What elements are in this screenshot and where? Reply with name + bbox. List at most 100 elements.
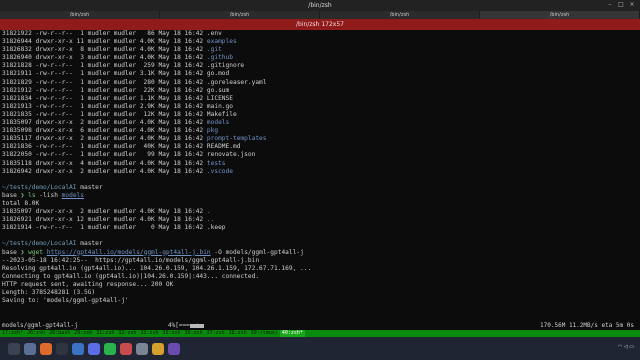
ls-row-name: .vscode xyxy=(206,167,233,175)
browser-icon[interactable] xyxy=(40,343,52,355)
ls-row: 31835118 drwxr-xr-x 4 mudler mudler 4.0K… xyxy=(2,160,638,168)
ls-row: 31821835 -rw-r--r-- 1 mudler mudler 12K … xyxy=(2,111,638,119)
tmux-window-12[interactable]: 40:zsh* xyxy=(279,330,305,337)
terminal-size-label: /bin/zsh 172x57 xyxy=(296,21,344,28)
wget-output-line: HTTP request sent, awaiting response... … xyxy=(2,281,638,289)
files-icon[interactable] xyxy=(24,343,36,355)
ls-row-name: .. xyxy=(206,216,215,224)
ls-row-meta: 31822050 -rw-r--r-- 1 mudler mudler 99 M… xyxy=(2,151,207,159)
ls-row-meta: 31821834 -rw-r--r-- 1 mudler mudler 1.1K… xyxy=(2,94,207,102)
ls-row-name: .github xyxy=(206,54,233,62)
prompt-path-line: ~/tests/demo/LocalAI master xyxy=(2,240,638,248)
ls-row-meta: 31826940 drwxr-xr-x 3 mudler mudler 4.0K… xyxy=(2,54,207,62)
ls-row: 31821913 -rw-r--r-- 1 mudler mudler 2.9K… xyxy=(2,103,638,111)
ls-row-name: renovate.json xyxy=(206,151,256,159)
mail-icon[interactable] xyxy=(120,343,132,355)
prompt-env: base xyxy=(2,191,17,199)
wget-output-line: --2023-05-18 16:42:25-- https://gpt4all.… xyxy=(2,257,638,265)
ls-row: 31835098 drwxr-xr-x 6 mudler mudler 4.0K… xyxy=(2,127,638,135)
ls-row-name: . xyxy=(206,208,211,216)
ls-row-name: LICENSE xyxy=(206,94,233,102)
tab-zsh-2[interactable]: /bin/zsh xyxy=(160,11,320,19)
tmux-window-6[interactable]: 33:zsh xyxy=(138,330,160,337)
prompt-branch: master xyxy=(80,240,103,248)
window-controls: – □ × xyxy=(606,1,636,9)
tmux-window-8[interactable]: 36:zsh xyxy=(183,330,205,337)
ls-row: 31821836 -rw-r--r-- 1 mudler mudler 40K … xyxy=(2,143,638,151)
tmux-window-7[interactable]: 35:zsh xyxy=(160,330,182,337)
ls-row-name: .keep xyxy=(206,224,226,232)
progress-bar xyxy=(190,324,500,328)
volume-icon[interactable]: ◁ xyxy=(624,344,628,350)
ls-row: 31821834 -rw-r--r-- 1 mudler mudler 1.1K… xyxy=(2,95,638,103)
command-args: -lish xyxy=(35,191,62,199)
activities-icon[interactable] xyxy=(8,343,20,355)
store-icon[interactable] xyxy=(152,343,164,355)
ls-row-name: examples xyxy=(206,38,237,46)
tmux-window-11[interactable]: 39:(tmux) xyxy=(249,330,280,337)
terminal-pane[interactable]: 31821922 -rw-r--r-- 1 mudler mudler 86 M… xyxy=(0,30,640,322)
ls-row: 31835097 drwxr-xr-x 2 mudler mudler 4.0K… xyxy=(2,208,638,216)
video-icon[interactable] xyxy=(168,343,180,355)
ls-row-name: .env xyxy=(206,30,222,37)
music-icon[interactable] xyxy=(104,343,116,355)
ls-row-meta: 31835118 drwxr-xr-x 4 mudler mudler 4.0K… xyxy=(2,159,207,167)
tmux-window-5[interactable]: 32:zsh xyxy=(116,330,138,337)
network-icon[interactable]: ◠ xyxy=(618,344,622,350)
tmux-window-4[interactable]: 31:zsh xyxy=(94,330,116,337)
minimize-icon[interactable]: – xyxy=(606,1,614,9)
ls-row: 31826832 drwxr-xr-x 8 mudler mudler 4.0K… xyxy=(2,46,638,54)
wget-output-text: --2023-05-18 16:42:25-- https://gpt4all.… xyxy=(2,256,260,264)
system-tray[interactable]: ◠ ◁ ▭ xyxy=(618,344,634,350)
ls-row-name: .git xyxy=(206,46,222,54)
tab-zsh-4[interactable]: /bin/zsh xyxy=(480,11,640,19)
maximize-icon[interactable]: □ xyxy=(617,1,625,9)
ls-row-meta: 31835097 drwxr-xr-x 2 mudler mudler 4.0K… xyxy=(2,208,207,216)
ls-row: 31826944 drwxr-xr-x 11 mudler mudler 4.0… xyxy=(2,38,638,46)
battery-icon[interactable]: ▭ xyxy=(629,344,634,350)
ls-row-meta: 31821922 -rw-r--r-- 1 mudler mudler 86 M… xyxy=(2,30,207,37)
tmux-window-0[interactable]: 17:zsh* xyxy=(0,330,25,337)
ls-row: 31826921 drwxr-xr-x 12 mudler mudler 4.0… xyxy=(2,216,638,224)
wget-output-text: HTTP request sent, awaiting response... … xyxy=(2,280,174,288)
editor-icon[interactable] xyxy=(72,343,84,355)
tmux-status-bar: 17:zsh* 26:zsh 28:bash 29:zsh 31:zsh 32:zsh 33… xyxy=(0,330,640,337)
command-name: ls xyxy=(28,191,36,199)
tmux-window-9[interactable]: 37:zsh xyxy=(205,330,227,337)
ls-row-meta: 31826921 drwxr-xr-x 12 mudler mudler 4.0… xyxy=(2,216,207,224)
ls-row-name: main.go xyxy=(206,102,233,110)
tmux-window-2[interactable]: 28:bash xyxy=(47,330,72,337)
tab-zsh-3[interactable]: /bin/zsh xyxy=(320,11,480,19)
tab-zsh-1[interactable]: /bin/zsh xyxy=(0,11,160,19)
tmux-window-10[interactable]: 38:zsh xyxy=(227,330,249,337)
ls-row-meta: 31821911 -rw-r--r-- 1 mudler mudler 3.1K… xyxy=(2,70,207,78)
wget-output-text: Length: 3785248281 (3.5G) xyxy=(2,289,96,296)
tmux-spacer xyxy=(305,330,640,337)
prompt-command-line: base ❯ ls -lish models xyxy=(2,192,638,200)
ls-row-name: go.sum xyxy=(206,86,230,94)
close-icon[interactable]: × xyxy=(628,1,636,9)
tmux-window-1[interactable]: 26:zsh xyxy=(25,330,47,337)
ls-row: 31822050 -rw-r--r-- 1 mudler mudler 99 M… xyxy=(2,151,638,159)
ls-row: 31821912 -rw-r--r-- 1 mudler mudler 22K … xyxy=(2,87,638,95)
chat-icon[interactable] xyxy=(88,343,100,355)
ls-row-meta: 31821836 -rw-r--r-- 1 mudler mudler 40K … xyxy=(2,143,207,151)
wget-output-line: Saving to: 'models/ggml-gpt4all-j' xyxy=(2,297,638,305)
command-name: wget xyxy=(28,248,44,256)
command-args: -O models/ggml-gpt4all-j xyxy=(210,248,304,256)
total-line: total 8.0K xyxy=(2,200,638,208)
wget-output-text: Connecting to gpt4all.io (gpt4all.io)|10… xyxy=(2,272,260,280)
ls-row-meta: 31835117 drwxr-xr-x 2 mudler mudler 4.0K… xyxy=(2,135,207,143)
window-title: /bin/zsh xyxy=(308,2,332,9)
ls-row-name: README.md xyxy=(206,143,241,151)
terminal-icon[interactable] xyxy=(56,343,68,355)
ls-row-name: prompt-templates xyxy=(206,135,267,143)
tmux-window-3[interactable]: 29:zsh xyxy=(72,330,94,337)
ls-row-name: models xyxy=(206,119,230,127)
ls-row: 31821911 -rw-r--r-- 1 mudler mudler 3.1K… xyxy=(2,70,638,78)
progress-filename: models/ggml-gpt4all-j xyxy=(2,322,78,329)
window-titlebar: /bin/zsh – □ × xyxy=(0,0,640,11)
settings-icon[interactable] xyxy=(136,343,148,355)
ls-row: 31821828 -rw-r--r-- 1 mudler mudler 259 … xyxy=(2,62,638,70)
